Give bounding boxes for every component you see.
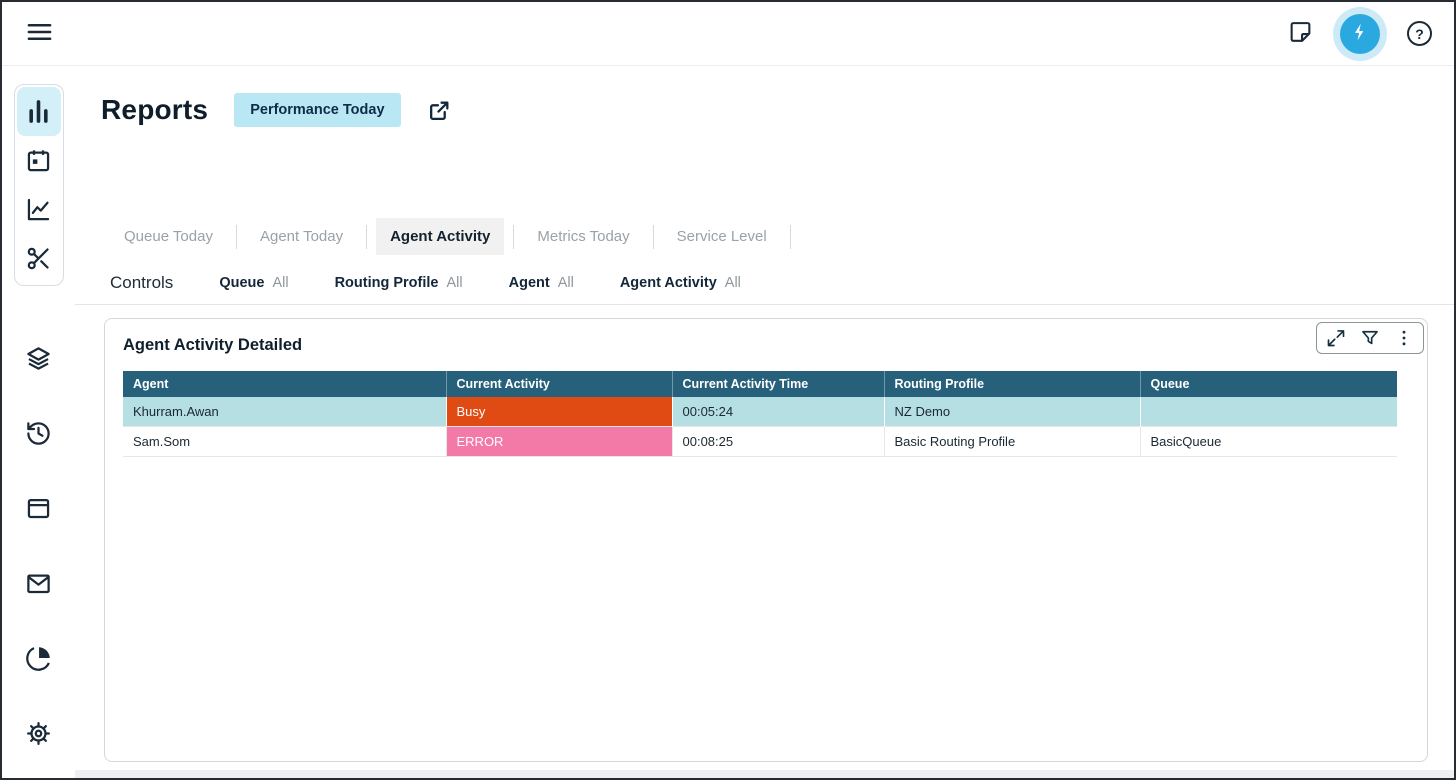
scissors-icon	[25, 245, 52, 272]
filter-name: Queue	[219, 275, 264, 291]
bar-chart-icon	[25, 98, 52, 125]
lightning-button-halo	[1333, 7, 1387, 61]
expand-icon	[1326, 328, 1346, 348]
tab-agent-today[interactable]: Agent Today	[246, 218, 357, 255]
agent-activity-table: Agent Current Activity Current Activity …	[123, 371, 1397, 457]
column-header-current-activity[interactable]: Current Activity	[446, 371, 672, 397]
layers-icon	[25, 345, 52, 372]
lightning-icon	[1350, 22, 1370, 45]
window-icon	[25, 495, 52, 522]
agent-cell: Sam.Som	[123, 427, 446, 457]
tab-agent-activity[interactable]: Agent Activity	[376, 218, 504, 255]
reports-nav-group	[14, 84, 64, 286]
sidebar-item-panel[interactable]	[25, 494, 52, 522]
card-toolbar	[1316, 322, 1424, 354]
activity-status-cell: ERROR	[446, 427, 672, 457]
queue-cell: BasicQueue	[1140, 427, 1397, 457]
filter-routing-profile[interactable]: Routing Profile All	[335, 274, 463, 292]
sidebar-item-routing[interactable]	[17, 234, 61, 283]
help-icon: ?	[1415, 26, 1424, 42]
filter-value: All	[725, 275, 741, 291]
notepad-icon	[1288, 20, 1313, 48]
tab-metrics-today[interactable]: Metrics Today	[523, 218, 643, 255]
tab-separator	[790, 225, 791, 249]
agent-activity-card: Agent Activity Detailed	[104, 318, 1428, 762]
sidebar-item-reports[interactable]	[17, 87, 61, 136]
hamburger-icon	[26, 20, 53, 47]
table-row: Sam.Som ERROR 00:08:25 Basic Routing Pro…	[123, 427, 1397, 457]
open-in-new-button[interactable]	[427, 98, 452, 123]
performance-today-chip[interactable]: Performance Today	[234, 93, 400, 127]
tab-separator	[236, 225, 237, 249]
tab-separator	[653, 225, 654, 249]
filter-agent[interactable]: Agent All	[509, 274, 574, 292]
quick-actions-button[interactable]	[1340, 14, 1380, 54]
column-header-routing-profile[interactable]: Routing Profile	[884, 371, 1140, 397]
queue-cell	[1140, 397, 1397, 427]
hamburger-menu-button[interactable]	[26, 20, 53, 47]
sidebar-item-calendar[interactable]	[17, 136, 61, 185]
sidebar-item-mail[interactable]	[25, 569, 52, 597]
routing-profile-cell: Basic Routing Profile	[884, 427, 1140, 457]
top-bar: ?	[2, 2, 1454, 66]
activity-status-cell: Busy	[446, 397, 672, 427]
filter-name: Routing Profile	[335, 275, 439, 291]
line-chart-icon	[25, 196, 52, 223]
gear-icon	[25, 720, 52, 747]
filter-value: All	[272, 275, 288, 291]
controls-label: Controls	[110, 273, 173, 293]
column-header-current-activity-time[interactable]: Current Activity Time	[672, 371, 884, 397]
tab-separator	[366, 225, 367, 249]
filter-icon	[1360, 328, 1380, 348]
tab-service-level[interactable]: Service Level	[663, 218, 781, 255]
sidebar-nav-list	[25, 344, 52, 747]
help-button[interactable]: ?	[1407, 21, 1432, 46]
sidebar-item-history[interactable]	[25, 419, 52, 447]
sidebar-item-settings[interactable]	[25, 719, 52, 747]
horizontal-scrollbar-track[interactable]	[75, 770, 1454, 778]
envelope-icon	[25, 570, 52, 597]
report-tabs: Queue Today Agent Today Agent Activity M…	[110, 218, 800, 255]
card-title: Agent Activity Detailed	[123, 336, 302, 355]
filter-value: All	[558, 275, 574, 291]
routing-profile-cell: NZ Demo	[884, 397, 1140, 427]
filter-name: Agent Activity	[620, 275, 717, 291]
agent-activity-table-wrap: Agent Current Activity Current Activity …	[123, 371, 1397, 457]
more-options-button[interactable]	[1393, 327, 1415, 349]
left-sidebar	[2, 66, 75, 778]
sidebar-item-metrics[interactable]	[17, 185, 61, 234]
column-header-queue[interactable]: Queue	[1140, 371, 1397, 397]
tab-queue-today[interactable]: Queue Today	[110, 218, 227, 255]
sidebar-item-analytics[interactable]	[25, 644, 52, 672]
activity-time-cell: 00:05:24	[672, 397, 884, 427]
filter-agent-activity[interactable]: Agent Activity All	[620, 274, 741, 292]
agent-cell: Khurram.Awan	[123, 397, 446, 427]
filter-value: All	[446, 275, 462, 291]
sidebar-item-layers[interactable]	[25, 344, 52, 372]
notes-button[interactable]	[1288, 20, 1313, 48]
filter-queue[interactable]: Queue All	[219, 274, 288, 292]
table-row: Khurram.Awan Busy 00:05:24 NZ Demo	[123, 397, 1397, 427]
calendar-icon	[25, 147, 52, 174]
history-icon	[25, 420, 52, 447]
table-header-row: Agent Current Activity Current Activity …	[123, 371, 1397, 397]
main-content: Reports Performance Today Queue Today Ag…	[75, 66, 1454, 778]
tab-separator	[513, 225, 514, 249]
controls-bar: Controls Queue All Routing Profile All Age…	[75, 262, 1454, 305]
column-header-agent[interactable]: Agent	[123, 371, 446, 397]
filter-button[interactable]	[1359, 327, 1381, 349]
activity-time-cell: 00:08:25	[672, 427, 884, 457]
topbar-actions: ?	[1288, 7, 1432, 61]
expand-button[interactable]	[1325, 327, 1347, 349]
kebab-menu-icon	[1394, 328, 1414, 348]
filter-name: Agent	[509, 275, 550, 291]
page-title: Reports	[101, 94, 208, 126]
pie-chart-icon	[25, 645, 52, 672]
page-header: Reports Performance Today	[101, 93, 452, 127]
external-link-icon	[427, 98, 452, 123]
